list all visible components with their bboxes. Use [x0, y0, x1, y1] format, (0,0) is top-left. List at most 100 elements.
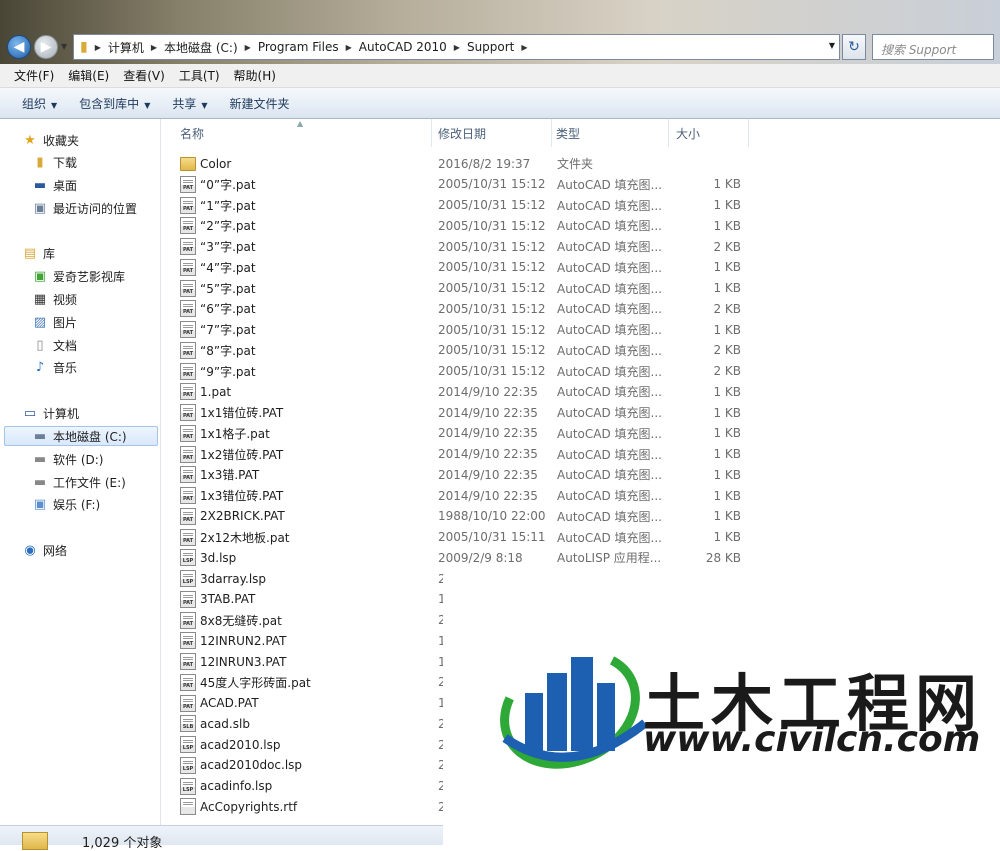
nav-favorites[interactable]: ★ 收藏夹	[22, 130, 79, 150]
nav-computer-label: 计算机	[43, 406, 80, 421]
menu-file[interactable]: 文件(F)	[0, 67, 61, 84]
search-input[interactable]: 搜索 Support	[872, 34, 994, 60]
file-size: 1 KB	[713, 177, 741, 192]
nav-network[interactable]: ◉ 网络	[22, 540, 67, 560]
file-name: “7”字.pat	[200, 323, 256, 337]
nav-recent-places[interactable]: ▣ 最近访问的位置	[32, 198, 137, 218]
include-in-library-button[interactable]: 包含到库中 ▼	[68, 95, 161, 112]
file-row[interactable]: PAT 1x3错.PAT 2014/9/10 22:35 AutoCAD 填充图...…	[162, 464, 1000, 485]
file-size: 1 KB	[713, 260, 741, 275]
file-row[interactable]: PAT “4”字.pat 2005/10/31 15:12 AutoCAD 填充图..…	[162, 257, 1000, 278]
new-folder-button[interactable]: 新建文件夹	[219, 95, 301, 112]
history-dropdown-icon[interactable]: ▼	[61, 42, 67, 51]
address-separator-icon[interactable]: ▶	[516, 43, 532, 52]
file-row[interactable]: PAT “9”字.pat 2005/10/31 15:12 AutoCAD 填充图..…	[162, 361, 1000, 382]
pat-file-icon: PAT	[180, 258, 196, 276]
pat-file-icon: PAT	[180, 217, 196, 235]
nav-libraries[interactable]: ▤ 库	[22, 243, 55, 263]
pat-file-icon: PAT	[180, 507, 196, 525]
file-row[interactable]: PAT “6”字.pat 2005/10/31 15:12 AutoCAD 填充图..…	[162, 298, 1000, 319]
file-row[interactable]: PAT 1x3错位砖.PAT 2014/9/10 22:35 AutoCAD 填充图.…	[162, 485, 1000, 506]
address-dropdown-icon[interactable]: ▼	[829, 41, 835, 50]
address-separator-icon[interactable]: ▶	[146, 43, 162, 52]
nav-drive-f[interactable]: ▣ 娱乐 (F:)	[32, 494, 100, 514]
file-row[interactable]: LSP 3d.lsp 2009/2/9 8:18 AutoLISP 应用程... 28 …	[162, 547, 1000, 568]
file-row[interactable]: PAT “8”字.pat 2005/10/31 15:12 AutoCAD 填充图..…	[162, 340, 1000, 361]
column-type[interactable]: 类型	[552, 119, 669, 147]
file-date: 2014/9/10 22:35	[438, 426, 538, 441]
address-bar[interactable]: ▮ ▶ 计算机 ▶ 本地磁盘 (C:) ▶ Program Files ▶ Au…	[73, 34, 840, 60]
crumb-program-files[interactable]: Program Files	[256, 35, 341, 59]
nav-libraries-label: 库	[43, 246, 56, 261]
star-icon: ★	[24, 132, 36, 148]
file-name: AcCopyrights.rtf	[200, 799, 298, 814]
file-row[interactable]: PAT “7”字.pat 2005/10/31 15:12 AutoCAD 填充图..…	[162, 319, 1000, 340]
column-size[interactable]: 大小	[669, 119, 749, 147]
address-separator-icon[interactable]: ▶	[90, 43, 106, 52]
search-placeholder: 搜索 Support	[881, 43, 957, 57]
address-separator-icon[interactable]: ▶	[449, 43, 465, 52]
nav-drive-e-label: 工作文件 (E:)	[53, 475, 126, 490]
file-type: AutoCAD 填充图...	[557, 530, 662, 545]
nav-computer[interactable]: ▭ 计算机	[22, 403, 79, 423]
column-name[interactable]: 名称	[162, 119, 432, 147]
desktop-icon: ▬	[33, 177, 47, 193]
file-row[interactable]: PAT 1x1错位砖.PAT 2014/9/10 22:35 AutoCAD 填充图.…	[162, 402, 1000, 423]
file-size: 2 KB	[713, 301, 741, 316]
file-row[interactable]: PAT 1.pat 2014/9/10 22:35 AutoCAD 填充图... 1 K…	[162, 381, 1000, 402]
address-row: ◀ ▶ ▼ ▮ ▶ 计算机 ▶ 本地磁盘 (C:) ▶ Program File…	[0, 32, 1000, 62]
forward-button[interactable]: ▶	[34, 35, 58, 59]
file-row[interactable]: PAT 2x12木地板.pat 2005/10/31 15:11 AutoCAD 填充…	[162, 527, 1000, 548]
menu-help[interactable]: 帮助(H)	[227, 67, 283, 84]
crumb-autocad[interactable]: AutoCAD 2010	[357, 35, 449, 59]
menu-tools[interactable]: 工具(T)	[172, 67, 227, 84]
file-row[interactable]: PAT “1”字.pat 2005/10/31 15:12 AutoCAD 填充图..…	[162, 195, 1000, 216]
refresh-button[interactable]: ↻	[842, 34, 866, 60]
share-label: 共享	[172, 96, 197, 111]
back-button[interactable]: ◀	[7, 35, 31, 59]
nav-desktop[interactable]: ▬ 桌面	[32, 175, 77, 195]
address-separator-icon[interactable]: ▶	[341, 43, 357, 52]
file-name: 1x1错位砖.PAT	[200, 406, 284, 420]
file-size: 1 KB	[713, 447, 741, 461]
file-name: “1”字.pat	[200, 198, 256, 213]
nav-drive-d[interactable]: ▬ 软件 (D:)	[32, 449, 104, 469]
menu-edit[interactable]: 编辑(E)	[61, 67, 116, 84]
menu-view[interactable]: 查看(V)	[116, 67, 172, 84]
file-row[interactable]: PAT 2X2BRICK.PAT 1988/10/10 22:00 AutoCAD 填…	[162, 506, 1000, 527]
nav-documents[interactable]: ▯ 文档	[32, 335, 77, 355]
share-button[interactable]: 共享 ▼	[161, 95, 218, 112]
file-date: 2005/10/31 15:12	[438, 281, 546, 295]
file-row[interactable]: PAT 1x1格子.pat 2014/9/10 22:35 AutoCAD 填充图..…	[162, 423, 1000, 444]
file-row[interactable]: PAT “2”字.pat 2005/10/31 15:12 AutoCAD 填充图..…	[162, 215, 1000, 236]
nav-iqiyi[interactable]: ▣ 爱奇艺影视库	[32, 266, 125, 286]
file-row[interactable]: PAT “0”字.pat 2005/10/31 15:12 AutoCAD 填充图..…	[162, 174, 1000, 195]
documents-icon: ▯	[36, 337, 44, 353]
crumb-computer[interactable]: 计算机	[106, 35, 146, 59]
organize-button[interactable]: 组织 ▼	[0, 95, 68, 112]
column-date[interactable]: 修改日期	[432, 119, 552, 147]
file-date: 2005/10/31 15:12	[438, 260, 546, 275]
nav-drive-e[interactable]: ▬ 工作文件 (E:)	[32, 472, 126, 492]
pat-file-icon: PAT	[180, 694, 196, 712]
nav-drive-c[interactable]: ▬ 本地磁盘 (C:)	[4, 426, 158, 446]
nav-downloads[interactable]: ▮ 下载	[32, 152, 77, 172]
file-size: 2 KB	[713, 343, 741, 358]
pat-file-icon: PAT	[180, 445, 196, 463]
file-date: 2014/9/10 22:35	[438, 467, 538, 482]
nav-music[interactable]: ♪ 音乐	[32, 357, 77, 377]
address-separator-icon[interactable]: ▶	[240, 43, 256, 52]
downloads-folder-icon: ▮	[36, 154, 44, 170]
navigation-pane: ★ 收藏夹 ▮ 下载 ▬ 桌面 ▣ 最近访问的位置 ▤ 库 ▣ 爱奇艺影视库 ▦ 视频 ▨ 图片…	[0, 119, 161, 825]
file-row[interactable]: PAT “3”字.pat 2005/10/31 15:12 AutoCAD 填充图..…	[162, 236, 1000, 257]
file-row[interactable]: Color 2016/8/2 19:37 文件夹	[162, 153, 1000, 174]
file-row[interactable]: PAT 1x2错位砖.PAT 2014/9/10 22:35 AutoCAD 填充图.…	[162, 444, 1000, 465]
file-size: 1 KB	[713, 467, 741, 482]
nav-videos[interactable]: ▦ 视频	[32, 289, 77, 309]
folder-icon	[180, 157, 196, 171]
crumb-local-disk[interactable]: 本地磁盘 (C:)	[162, 35, 240, 59]
nav-pictures[interactable]: ▨ 图片	[32, 312, 77, 332]
file-name: 3TAB.PAT	[200, 592, 256, 607]
file-row[interactable]: PAT “5”字.pat 2005/10/31 15:12 AutoCAD 填充图..…	[162, 278, 1000, 299]
crumb-support[interactable]: Support	[465, 35, 516, 59]
